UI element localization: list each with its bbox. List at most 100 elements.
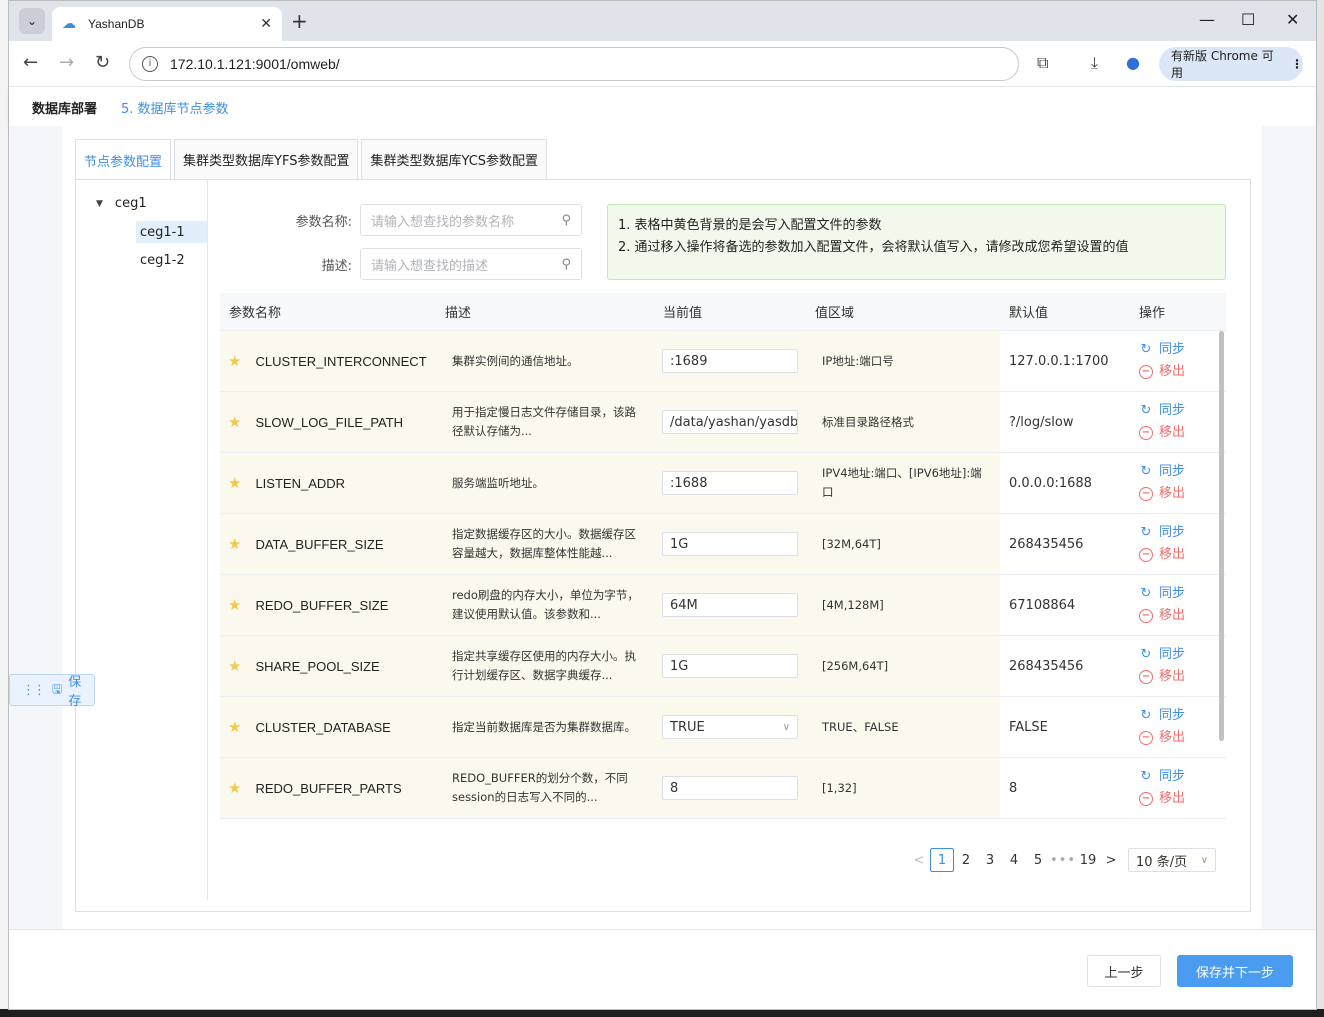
remove-button[interactable]: − 移出 bbox=[1139, 422, 1185, 444]
sync-icon: ↻ bbox=[1140, 708, 1152, 723]
sync-icon: ↻ bbox=[1140, 525, 1152, 540]
address-bar[interactable]: i 172.10.1.121:9001/omweb/ bbox=[129, 47, 1019, 81]
remove-label: 移出 bbox=[1159, 486, 1186, 501]
cell-description: 用于指定慢日志文件存储目录，该路径默认存储为... bbox=[436, 392, 654, 452]
desktop-background-right bbox=[1317, 0, 1324, 1010]
param-range: [4M,128M] bbox=[822, 597, 884, 612]
close-tab-icon[interactable]: ✕ bbox=[260, 16, 272, 32]
tab-yfs-params[interactable]: 集群类型数据库YFS参数配置 bbox=[174, 139, 359, 179]
tab-ycs-params[interactable]: 集群类型数据库YCS参数配置 bbox=[361, 139, 548, 179]
remove-button[interactable]: − 移出 bbox=[1139, 666, 1185, 688]
profile-avatar-icon[interactable]: ● bbox=[1126, 53, 1140, 72]
page-1[interactable]: 1 bbox=[930, 848, 954, 872]
sync-button[interactable]: ↻ 同步 bbox=[1139, 705, 1185, 727]
next-page-icon[interactable]: > bbox=[1100, 853, 1122, 868]
cell-name: ★ DATA_BUFFER_SIZE bbox=[220, 514, 436, 574]
current-value-text: 8 bbox=[670, 780, 679, 796]
star-icon: ★ bbox=[228, 535, 242, 553]
current-value-input[interactable]: :1689 bbox=[662, 349, 798, 373]
caret-down-icon[interactable]: ▼ bbox=[96, 199, 103, 209]
tree-node-ceg1-1[interactable]: ceg1-1 bbox=[136, 221, 207, 243]
param-range: [32M,64T] bbox=[822, 536, 881, 551]
sync-button[interactable]: ↻ 同步 bbox=[1139, 461, 1185, 483]
prev-page-icon[interactable]: < bbox=[908, 853, 930, 868]
sync-icon: ↻ bbox=[1140, 647, 1152, 662]
more-pages-icon[interactable]: ••• bbox=[1050, 848, 1076, 872]
minus-circle-icon: − bbox=[1139, 365, 1153, 379]
extensions-icon[interactable]: ⧉ bbox=[1037, 53, 1048, 73]
floating-save-button[interactable]: ⋮⋮ 🖫 保存 bbox=[9, 674, 95, 709]
table-row: ★ LISTEN_ADDR 服务端监听地址。:1688 IPV4地址:端口、[IPV6… bbox=[220, 453, 1226, 514]
current-value-input[interactable]: 8 bbox=[662, 776, 798, 800]
sync-button[interactable]: ↻ 同步 bbox=[1139, 400, 1185, 422]
page-last[interactable]: 19 bbox=[1076, 848, 1100, 872]
column-header-default: 默认值 bbox=[1009, 306, 1049, 321]
remove-button[interactable]: − 移出 bbox=[1139, 544, 1185, 566]
current-value-input[interactable]: 1G bbox=[662, 654, 798, 678]
tree-node-root[interactable]: ▼ ceg1 bbox=[96, 196, 147, 211]
cell-description: 服务端监听地址。 bbox=[436, 453, 654, 513]
cell-description: 指定当前数据库是否为集群数据库。 bbox=[436, 697, 654, 757]
close-window-icon[interactable]: ✕ bbox=[1286, 10, 1299, 29]
sync-icon: ↻ bbox=[1140, 464, 1152, 479]
new-tab-button[interactable]: + bbox=[291, 9, 308, 33]
tab-panel: ▼ ceg1 ceg1-1 ceg1-2 参数名称: 请输入想查找的参数名称 ⚲… bbox=[75, 179, 1251, 912]
remove-button[interactable]: − 移出 bbox=[1139, 361, 1185, 383]
cell-current-value: :1688 bbox=[654, 453, 806, 513]
cell-description: 集群实例间的通信地址。 bbox=[436, 331, 654, 391]
remove-button[interactable]: − 移出 bbox=[1139, 483, 1185, 505]
save-and-next-button[interactable]: 保存并下一步 bbox=[1177, 955, 1293, 987]
star-icon: ★ bbox=[228, 657, 242, 675]
current-value-input[interactable]: /data/yashan/yasdb bbox=[662, 410, 798, 434]
sync-label: 同步 bbox=[1159, 525, 1186, 540]
current-value-input[interactable]: 64M bbox=[662, 593, 798, 617]
chrome-update-button[interactable]: 有新版 Chrome 可用 ⋮ bbox=[1159, 47, 1303, 81]
cell-default: 127.0.0.1:1700 bbox=[1000, 331, 1130, 391]
table-header: 参数名称 描述 当前值 值区域 默认值 操作 bbox=[220, 293, 1226, 331]
cell-range: TRUE、FALSE bbox=[806, 697, 1000, 757]
browser-tab-title: YashanDB bbox=[88, 17, 145, 31]
page-3[interactable]: 3 bbox=[978, 848, 1002, 872]
column-header-range: 值区域 bbox=[815, 306, 855, 321]
remove-button[interactable]: − 移出 bbox=[1139, 788, 1185, 810]
current-value-input[interactable]: :1688 bbox=[662, 471, 798, 495]
tab-search-button[interactable]: ⌄ bbox=[19, 8, 45, 34]
more-menu-icon[interactable]: ⋮ bbox=[1291, 57, 1303, 71]
sync-button[interactable]: ↻ 同步 bbox=[1139, 522, 1185, 544]
page-5[interactable]: 5 bbox=[1026, 848, 1050, 872]
site-info-icon[interactable]: i bbox=[142, 56, 158, 72]
tree-node-ceg1-2[interactable]: ceg1-2 bbox=[136, 249, 207, 271]
current-value-select[interactable]: TRUE ∨ bbox=[662, 715, 798, 739]
forward-arrow-icon[interactable]: → bbox=[59, 52, 74, 74]
sync-button[interactable]: ↻ 同步 bbox=[1139, 583, 1185, 605]
sync-button[interactable]: ↻ 同步 bbox=[1139, 339, 1185, 361]
back-arrow-icon[interactable]: ← bbox=[23, 52, 38, 74]
page-2[interactable]: 2 bbox=[954, 848, 978, 872]
drag-handle-icon[interactable]: ⋮⋮ bbox=[22, 683, 46, 698]
param-default: 67108864 bbox=[1009, 597, 1076, 613]
browser-tab-active[interactable]: ☁ YashanDB ✕ bbox=[52, 7, 282, 41]
param-name-search-input[interactable]: 请输入想查找的参数名称 ⚲ bbox=[360, 204, 582, 236]
description-search-input[interactable]: 请输入想查找的描述 ⚲ bbox=[360, 248, 582, 280]
table-scrollbar[interactable] bbox=[1219, 331, 1224, 741]
minimize-icon[interactable]: — bbox=[1199, 10, 1215, 29]
cell-description: 指定数据缓存区的大小。数据缓存区容量越大，数据库整体性能越... bbox=[436, 514, 654, 574]
remove-button[interactable]: − 移出 bbox=[1139, 727, 1185, 749]
current-value-input[interactable]: 1G bbox=[662, 532, 798, 556]
page-4[interactable]: 4 bbox=[1002, 848, 1026, 872]
page-size-select[interactable]: 10 条/页 ∨ bbox=[1128, 848, 1217, 872]
reload-icon[interactable]: ↻ bbox=[95, 52, 110, 74]
content-card: 节点参数配置 集群类型数据库YFS参数配置 集群类型数据库YCS参数配置 ▼ c… bbox=[62, 126, 1262, 929]
maximize-icon[interactable]: ☐ bbox=[1241, 10, 1255, 29]
sync-button[interactable]: ↻ 同步 bbox=[1139, 766, 1185, 788]
cell-default: 67108864 bbox=[1000, 575, 1130, 635]
sync-button[interactable]: ↻ 同步 bbox=[1139, 644, 1185, 666]
param-default: ?/log/slow bbox=[1009, 414, 1074, 430]
tab-node-params[interactable]: 节点参数配置 bbox=[75, 139, 172, 180]
remove-button[interactable]: − 移出 bbox=[1139, 605, 1185, 627]
remove-label: 移出 bbox=[1159, 547, 1186, 562]
search-icon: ⚲ bbox=[561, 212, 571, 228]
current-value-text: :1689 bbox=[670, 353, 708, 369]
download-icon[interactable]: ⤓ bbox=[1091, 53, 1098, 73]
previous-step-button[interactable]: 上一步 bbox=[1087, 955, 1161, 987]
